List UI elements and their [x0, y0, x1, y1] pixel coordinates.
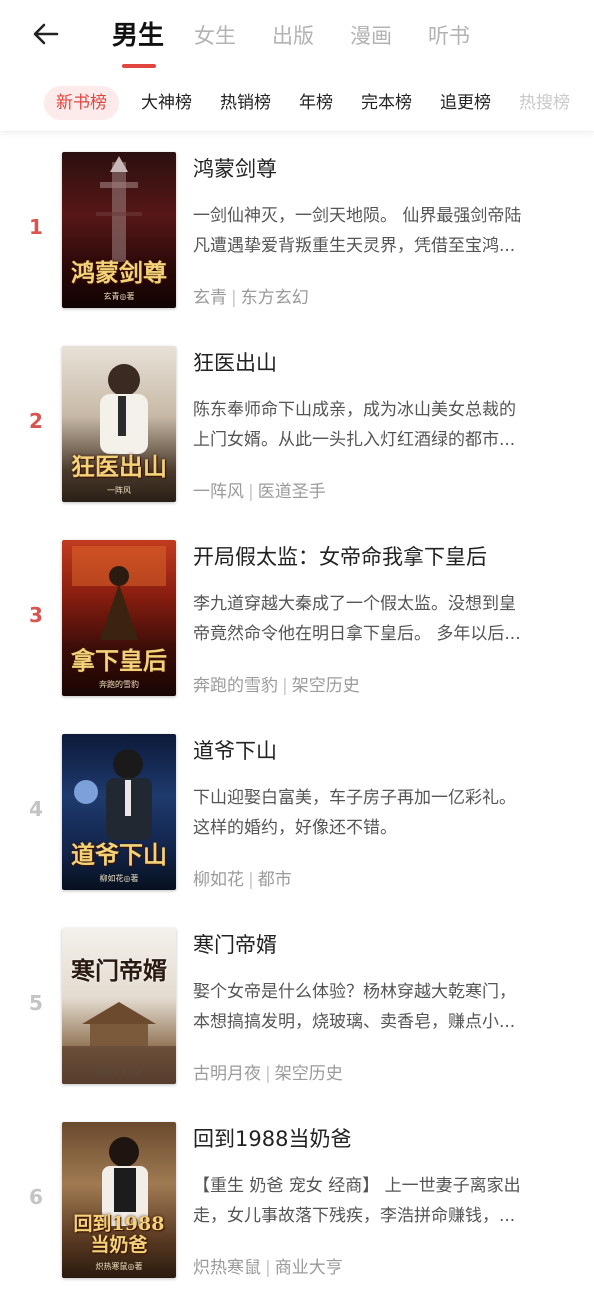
cover-title: 狂医出山 [71, 452, 167, 481]
author-name: 一阵风 [193, 482, 244, 502]
book-description: 【重生 奶爸 宠女 经商】 上一世妻子离家出 走，女儿事故落下残疾，李浩拼命赚钱… [193, 1171, 553, 1231]
cover-title: 拿下皇后 [71, 646, 167, 675]
tab-audio[interactable]: 听书 [428, 16, 470, 56]
book-description: 陈东奉师命下山成亲，成为冰山美女总裁的 上门女婿。从此一头扎入灯红酒绿的都市..… [193, 395, 553, 455]
cover-author: 炽热寒鼠◎著 [95, 1262, 143, 1271]
cover-title: 道爷下山 [71, 840, 167, 869]
book-description: 一剑仙神灭，一剑天地陨。 仙界最强剑帝陆 凡遭遇挚爱背叛重生天灵界，凭借至宝鸿.… [193, 201, 553, 261]
book-meta: 一阵风 | 医道圣手 [193, 482, 326, 502]
genre-label: 都市 [257, 870, 292, 890]
book-title[interactable]: 道爷下山 [193, 735, 277, 765]
tab-comic[interactable]: 漫画 [350, 16, 392, 56]
book-title[interactable]: 鸿蒙剑尊 [193, 153, 277, 183]
cover-author: 一阵风 [107, 486, 131, 495]
chip-bestseller[interactable]: 热销榜 [220, 86, 271, 120]
cover-title: 寒门帝婿 [71, 956, 167, 985]
cover-author: 古明月夜◎著 [95, 1068, 143, 1077]
author-name: 古明月夜 [193, 1064, 261, 1084]
book-title[interactable]: 寒门帝婿 [193, 929, 277, 959]
list-item[interactable]: 5 寒门帝婿 古明月夜◎著 寒门帝婿 娶个女帝是什么体验？杨林穿越大乾寒门， 本… [0, 909, 594, 1103]
book-meta: 奔跑的雪豹 | 架空历史 [193, 676, 360, 696]
top-header: 男生 女生 出版 漫画 听书 [0, 0, 594, 68]
genre-label: 架空历史 [291, 676, 360, 696]
genre-label: 商业大亨 [274, 1258, 343, 1278]
book-title[interactable]: 回到1988当奶爸 [193, 1123, 351, 1153]
genre-label: 医道圣手 [257, 482, 326, 502]
author-name: 玄青 [193, 288, 227, 308]
list-item[interactable]: 3 拿下皇后 奔跑的雪豹 开局假太监：女帝命我拿下皇后 李九道穿越大秦成了一个假… [0, 521, 594, 715]
cover-title: 鸿蒙剑尊 [71, 258, 167, 287]
cover-author: 奔跑的雪豹 [99, 680, 139, 689]
back-button[interactable] [26, 14, 66, 54]
author-name: 奔跑的雪豹 [193, 676, 278, 696]
tab-female[interactable]: 女生 [194, 16, 236, 56]
description-line: 娶个女帝是什么体验？杨林穿越大乾寒门， [193, 982, 516, 1002]
book-meta: 炽热寒鼠 | 商业大亨 [193, 1258, 343, 1278]
rank-number: 5 [29, 991, 43, 1015]
genre-label: 东方玄幻 [240, 288, 309, 308]
cover-art [62, 1002, 176, 1084]
description-line: 上门女婿。从此一头扎入灯红酒绿的都市... [193, 430, 516, 450]
book-cover[interactable]: 狂医出山 一阵风 [62, 346, 176, 502]
description-line: 一剑仙神灭，一剑天地陨。 仙界最强剑帝陆 [193, 206, 522, 226]
ranking-subnav: 新书榜 大神榜 热销榜 年榜 完本榜 追更榜 热搜榜 [0, 70, 594, 132]
description-line: 下山迎娶白富美，车子房子再加一亿彩礼。 [193, 788, 516, 808]
description-line: 凡遭遇挚爱背叛重生天灵界，凭借至宝鸿... [193, 236, 516, 256]
chip-annual[interactable]: 年榜 [299, 86, 333, 120]
book-cover[interactable]: 寒门帝婿 古明月夜◎著 [62, 928, 176, 1084]
tab-male[interactable]: 男生 [112, 16, 164, 68]
book-cover[interactable]: 拿下皇后 奔跑的雪豹 [62, 540, 176, 696]
rank-number: 3 [29, 603, 43, 627]
list-item[interactable]: 1 鸿蒙剑尊 玄青◎著 鸿蒙剑尊 一剑仙神灭，一剑天地陨。 仙界最强剑帝陆 凡遭… [0, 133, 594, 327]
description-line: 李九道穿越大秦成了一个假太监。没想到皇 [193, 594, 516, 614]
rank-number: 4 [29, 797, 43, 821]
cover-author: 柳如花◎著 [99, 874, 139, 883]
cover-title: 回到1988当奶爸 [73, 1213, 165, 1256]
book-description: 娶个女帝是什么体验？杨林穿越大乾寒门， 本想搞搞发明，烧玻璃、卖香皂，赚点小..… [193, 977, 553, 1037]
description-line: 本想搞搞发明，烧玻璃、卖香皂，赚点小... [193, 1012, 516, 1032]
book-description: 下山迎娶白富美，车子房子再加一亿彩礼。 这样的婚约，好像还不错。 [193, 783, 553, 843]
book-title[interactable]: 开局假太监：女帝命我拿下皇后 [193, 541, 487, 571]
book-meta: 古明月夜 | 架空历史 [193, 1064, 343, 1084]
list-item[interactable]: 6 回到1988当奶爸 炽热寒鼠◎著 回到1988当奶爸 【重生 奶爸 宠女 经… [0, 1103, 594, 1297]
description-line: 陈东奉师命下山成亲，成为冰山美女总裁的 [193, 400, 516, 420]
description-line: 这样的婚约，好像还不错。 [193, 818, 397, 838]
author-name: 炽热寒鼠 [193, 1258, 261, 1278]
cover-author: 玄青◎著 [103, 292, 135, 301]
author-name: 柳如花 [193, 870, 244, 890]
book-cover[interactable]: 道爷下山 柳如花◎著 [62, 734, 176, 890]
tab-publish[interactable]: 出版 [272, 16, 314, 56]
description-line: 【重生 奶爸 宠女 经商】 上一世妻子离家出 [193, 1176, 521, 1196]
book-meta: 玄青 | 东方玄幻 [193, 288, 309, 308]
description-line: 走，女儿事故落下残疾，李浩拼命赚钱，... [193, 1206, 516, 1226]
genre-label: 架空历史 [274, 1064, 343, 1084]
chip-master[interactable]: 大神榜 [141, 86, 192, 120]
rank-number: 2 [29, 409, 43, 433]
book-title[interactable]: 狂医出山 [193, 347, 277, 377]
book-meta: 柳如花 | 都市 [193, 870, 292, 890]
rank-number: 6 [29, 1185, 43, 1209]
book-description: 李九道穿越大秦成了一个假太监。没想到皇 帝竟然命令他在明日拿下皇后。 多年以后.… [193, 589, 553, 649]
book-cover[interactable]: 回到1988当奶爸 炽热寒鼠◎著 [62, 1122, 176, 1278]
channel-tabs: 男生 女生 出版 漫画 听书 [112, 12, 506, 68]
chip-following[interactable]: 追更榜 [440, 86, 491, 120]
list-item[interactable]: 4 道爷下山 柳如花◎著 道爷下山 下山迎娶白富美，车子房子再加一亿彩礼。 这样… [0, 715, 594, 909]
chip-new-books[interactable]: 新书榜 [44, 86, 119, 120]
chip-hot-search[interactable]: 热搜榜 [519, 86, 570, 120]
description-line: 帝竟然命令他在明日拿下皇后。 多年以后... [193, 624, 521, 644]
list-item[interactable]: 2 狂医出山 一阵风 狂医出山 陈东奉师命下山成亲，成为冰山美女总裁的 上门女婿… [0, 327, 594, 521]
chip-finished[interactable]: 完本榜 [361, 86, 412, 120]
book-cover[interactable]: 鸿蒙剑尊 玄青◎著 [62, 152, 176, 308]
arrow-left-icon [33, 23, 59, 45]
rank-number: 1 [29, 215, 43, 239]
